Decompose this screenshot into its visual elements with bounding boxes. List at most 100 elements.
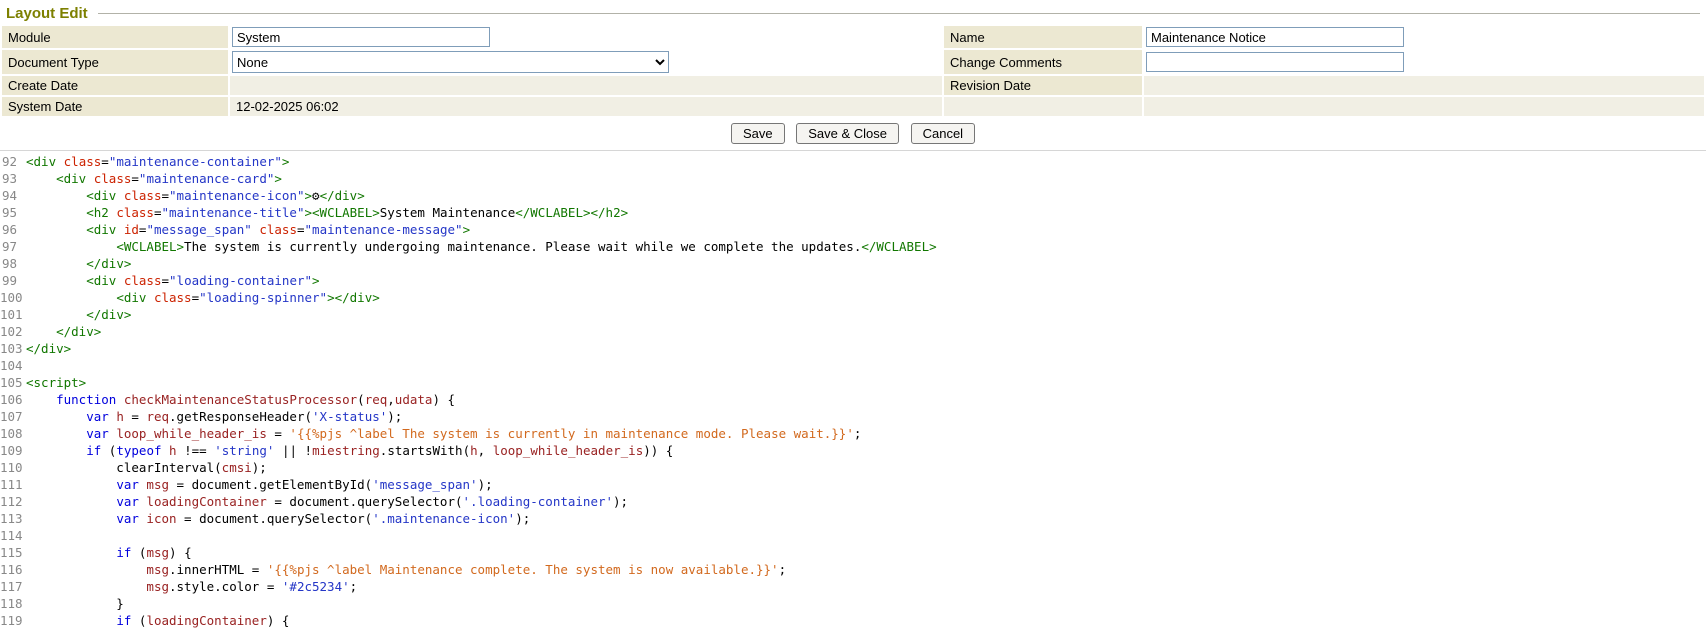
code-token: [26, 477, 116, 492]
code-token: '{{%pjs ^label The system is currently i…: [289, 426, 853, 441]
code-token: loop_while_header_is: [116, 426, 267, 441]
code-line: 101 </div>: [0, 306, 1706, 323]
save-and-close-button[interactable]: Save & Close: [796, 123, 899, 144]
code-line: 104: [0, 357, 1706, 374]
code-token: '#2c5234': [282, 579, 350, 594]
code-token: ) {: [169, 545, 192, 560]
change-comments-input[interactable]: [1146, 52, 1404, 72]
document-type-label: Document Type: [2, 50, 228, 74]
create-date-label: Create Date: [2, 76, 228, 95]
line-number: 115: [0, 544, 26, 561]
page-title: Layout Edit: [6, 5, 88, 22]
system-date-value: 12-02-2025 06:02: [230, 97, 942, 116]
code-token: .innerHTML =: [169, 562, 267, 577]
code-text: <div id="message_span" class="maintenanc…: [26, 221, 470, 238]
code-token: "loading-container": [169, 273, 312, 288]
code-token: [26, 392, 56, 407]
line-number: 100: [0, 289, 26, 306]
code-token: ,: [387, 392, 395, 407]
code-token: ,: [478, 443, 493, 458]
module-input[interactable]: [232, 27, 490, 47]
code-token: [26, 290, 116, 305]
code-line: 114: [0, 527, 1706, 544]
code-token: ><WCLABEL>: [305, 205, 380, 220]
line-number: 102: [0, 323, 26, 340]
code-line: 107 var h = req.getResponseHeader('X-sta…: [0, 408, 1706, 425]
code-line: 110 clearInterval(cmsi);: [0, 459, 1706, 476]
code-text: clearInterval(cmsi);: [26, 459, 267, 476]
code-token: [26, 256, 86, 271]
code-line: 99 <div class="loading-container">: [0, 272, 1706, 289]
code-token: );: [252, 460, 267, 475]
change-comments-cell: [1144, 50, 1704, 74]
code-token: <div: [26, 154, 56, 169]
code-token: >: [282, 154, 290, 169]
code-token: =: [124, 409, 147, 424]
code-line: 113 var icon = document.querySelector('.…: [0, 510, 1706, 527]
empty-cell: [944, 97, 1142, 116]
code-text: <div class="maintenance-icon">⚙</div>: [26, 187, 365, 204]
line-number: 116: [0, 561, 26, 578]
code-token: );: [515, 511, 530, 526]
code-token: [26, 239, 116, 254]
document-type-select[interactable]: None: [232, 51, 669, 73]
code-token: = document.getElementById(: [169, 477, 372, 492]
revision-date-label: Revision Date: [944, 76, 1142, 95]
code-token: }: [26, 596, 124, 611]
code-token: >: [463, 222, 471, 237]
code-token: )) {: [643, 443, 673, 458]
code-token: var: [86, 426, 109, 441]
code-token: checkMaintenanceStatusProcessor: [124, 392, 357, 407]
form-row-system-date: System Date 12-02-2025 06:02: [2, 97, 1704, 116]
code-token: function: [56, 392, 116, 407]
cancel-button[interactable]: Cancel: [911, 123, 975, 144]
code-token: var: [86, 409, 109, 424]
code-token: || !: [274, 443, 312, 458]
code-editor[interactable]: 92<div class="maintenance-container">93 …: [0, 150, 1706, 629]
code-token: typeof: [116, 443, 161, 458]
code-token: clearInterval(: [26, 460, 222, 475]
code-token: <script>: [26, 375, 86, 390]
code-token: "maintenance-container": [109, 154, 282, 169]
code-line: 109 if (typeof h !== 'string' || !miestr…: [0, 442, 1706, 459]
code-line: 97 <WCLABEL>The system is currently unde…: [0, 238, 1706, 255]
line-number: 113: [0, 510, 26, 527]
code-token: [86, 171, 94, 186]
code-token: "maintenance-card": [139, 171, 274, 186]
line-number: 105: [0, 374, 26, 391]
code-token: var: [116, 511, 139, 526]
code-token: <h2: [86, 205, 109, 220]
save-button[interactable]: Save: [731, 123, 785, 144]
document-type-cell: None: [230, 50, 942, 74]
line-number: 106: [0, 391, 26, 408]
code-token: "loading-spinner": [199, 290, 327, 305]
code-line: 119 if (loadingContainer) {: [0, 612, 1706, 629]
code-token: </div>: [86, 256, 131, 271]
line-number: 104: [0, 357, 26, 374]
code-token: [116, 188, 124, 203]
code-token: "maintenance-message": [305, 222, 463, 237]
code-token: );: [613, 494, 628, 509]
code-token: ;: [779, 562, 787, 577]
line-number: 117: [0, 578, 26, 595]
code-token: The system is currently undergoing maint…: [184, 239, 861, 254]
code-text: msg.style.color = '#2c5234';: [26, 578, 357, 595]
form-row-doctype-comments: Document Type None Change Comments: [2, 50, 1704, 74]
name-input[interactable]: [1146, 27, 1404, 47]
code-text: <div class="maintenance-container">: [26, 153, 289, 170]
code-token: id: [124, 222, 139, 237]
code-token: [26, 307, 86, 322]
code-token: if: [116, 613, 131, 628]
code-token: [26, 613, 116, 628]
code-text: <div class="loading-container">: [26, 272, 320, 289]
form-row-module-name: Module Name: [2, 26, 1704, 48]
code-token: </div>: [320, 188, 365, 203]
code-token: class: [154, 290, 192, 305]
line-number: 94: [0, 187, 26, 204]
code-line: 96 <div id="message_span" class="mainten…: [0, 221, 1706, 238]
line-number: 112: [0, 493, 26, 510]
code-token: miestring: [312, 443, 380, 458]
page-header: Layout Edit: [0, 0, 1706, 24]
code-text: if (typeof h !== 'string' || !miestring.…: [26, 442, 673, 459]
revision-date-value: [1144, 76, 1704, 95]
